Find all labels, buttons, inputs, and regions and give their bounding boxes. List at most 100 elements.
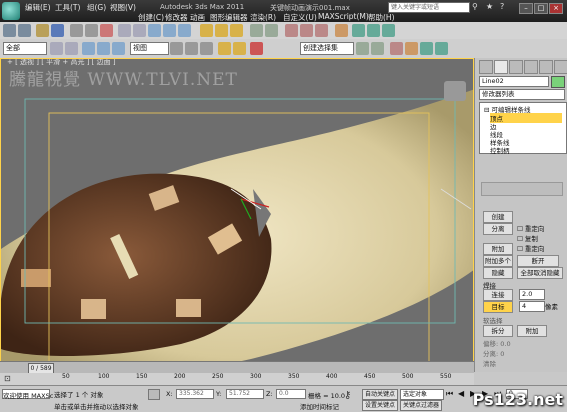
bind-icon[interactable] [100, 24, 113, 37]
select-scale-icon[interactable] [112, 42, 125, 55]
select-move-icon[interactable] [82, 42, 95, 55]
attach-button[interactable]: 附加 [483, 243, 513, 255]
named-selection-select[interactable]: 创建选择集 [300, 42, 354, 55]
schematic-icon[interactable] [315, 24, 328, 37]
render-setup-icon[interactable] [352, 24, 365, 37]
key-filters-button[interactable]: 关键点过滤器 [400, 400, 442, 411]
help-icon[interactable]: ? [500, 2, 509, 11]
set-key-button[interactable]: 设置关键点 [362, 400, 398, 411]
angle-snap-icon[interactable] [215, 24, 228, 37]
viewport-label[interactable]: + [ 透视 ] [ 平滑 + 高光 ] [ 边面 ] [7, 59, 116, 67]
selection-filter-select[interactable]: 全部 [3, 42, 47, 55]
add-time-tag[interactable]: 添加时间标记 [300, 401, 339, 411]
quick-render-icon[interactable] [420, 42, 433, 55]
select-region-icon[interactable] [50, 42, 63, 55]
search-icon[interactable]: ⚲ [472, 2, 481, 11]
manipulate-icon[interactable] [185, 42, 198, 55]
percent-snap-icon[interactable] [230, 24, 243, 37]
menu-edit[interactable]: 编辑(E) [25, 2, 51, 13]
maxscript-listener[interactable]: 欢迎使用 MAXSc [2, 389, 53, 400]
select-by-name-icon[interactable] [133, 24, 146, 37]
graphite-icon[interactable] [390, 42, 403, 55]
lock-selection-icon[interactable] [148, 389, 160, 400]
hide-button[interactable]: 隐藏 [483, 267, 513, 279]
menu-group[interactable]: 组(G) [87, 2, 106, 13]
break-button[interactable]: 断开 [517, 255, 559, 267]
align2-icon[interactable] [371, 42, 384, 55]
align-icon[interactable] [265, 24, 278, 37]
keyboard-shortcut-icon[interactable] [200, 42, 213, 55]
target-pixels-input[interactable]: 4 [519, 301, 545, 312]
object-name-field[interactable]: Line02 [479, 76, 549, 87]
pivot-center-icon[interactable] [170, 42, 183, 55]
auto-key-button[interactable]: 自动关键点 [362, 389, 398, 400]
attach-mult-button[interactable]: 附加多个 [483, 255, 513, 267]
maximize-button[interactable]: □ [534, 3, 548, 14]
scale-icon[interactable] [178, 24, 191, 37]
unhide-all-button[interactable]: 全部取消隐藏 [517, 267, 563, 279]
layers-icon[interactable] [285, 24, 298, 37]
search-input[interactable]: 键入关键字或短语 [388, 2, 470, 13]
prev-frame-icon[interactable]: ◀ [458, 389, 466, 398]
reorient-check-2[interactable]: ☐ 重定向 [517, 243, 544, 253]
material-editor-icon[interactable] [335, 24, 348, 37]
motion-tab-icon[interactable] [524, 60, 538, 74]
detach-button[interactable]: 分离 [483, 223, 513, 235]
select-rotate-icon[interactable] [97, 42, 110, 55]
modify-tab-icon[interactable] [494, 60, 508, 74]
render-frame-icon[interactable] [367, 24, 380, 37]
undo-icon[interactable] [3, 24, 16, 37]
object-color-swatch[interactable] [551, 76, 565, 88]
spinner-snap-icon[interactable] [233, 42, 246, 55]
link-icon[interactable] [70, 24, 83, 37]
snap-toggle-icon[interactable] [218, 42, 231, 55]
weld-threshold-input[interactable]: 2.0 [519, 289, 545, 300]
reference-coord-select[interactable]: 视图 [130, 42, 169, 55]
menu-view[interactable]: 视图(V) [110, 2, 136, 13]
attach2-button[interactable]: 附加 [517, 325, 547, 337]
mirror2-icon[interactable] [356, 42, 369, 55]
snap-icon[interactable] [200, 24, 213, 37]
z-coordinate-field[interactable]: 0.0 [276, 389, 306, 399]
go-start-icon[interactable]: ⏮ [446, 389, 454, 398]
mirror-icon[interactable] [250, 24, 263, 37]
star-icon[interactable]: ★ [486, 2, 495, 11]
create-line-button[interactable]: 创建 [483, 211, 513, 223]
reorient-check[interactable]: ☐ 重定向 [517, 223, 544, 233]
hierarchy-tab-icon[interactable] [509, 60, 523, 74]
x-coordinate-field[interactable]: 335.362 [176, 389, 214, 399]
copy-check[interactable]: ☐ 复制 [517, 233, 538, 243]
perspective-viewport[interactable]: 騰龍視覺 WWW.TLVI.NET + [ 透视 ] [ 平滑 + 高光 ] [… [0, 58, 474, 372]
rotate-icon[interactable] [163, 24, 176, 37]
track-bar[interactable]: ⊡ 50 100 150 200 250 300 350 400 450 500… [0, 373, 474, 385]
material-icon[interactable] [405, 42, 418, 55]
edit-named-selection-icon[interactable] [250, 42, 263, 55]
move-icon[interactable] [148, 24, 161, 37]
utilities-tab-icon[interactable] [554, 60, 567, 74]
modifier-stack[interactable]: ⊟ 可编辑样条线 顶点 边 线段 样条线 控制柄 [479, 102, 567, 155]
select-icon[interactable] [118, 24, 131, 37]
window-crossing-icon[interactable] [65, 42, 78, 55]
connect-button[interactable]: 连接 [483, 289, 513, 301]
modifier-list-select[interactable]: 修改器列表 [479, 89, 565, 100]
unlink-icon[interactable] [85, 24, 98, 37]
stack-item-handle[interactable]: 控制柄 [490, 145, 510, 155]
curve-editor-icon[interactable] [300, 24, 313, 37]
open-icon[interactable] [36, 24, 49, 37]
viewcube-icon[interactable] [444, 81, 466, 101]
trackbar-icon[interactable]: ⊡ [4, 374, 11, 383]
split-button[interactable]: 拆分 [483, 325, 513, 337]
render-production-icon[interactable] [435, 42, 448, 55]
target-button[interactable]: 目标 [483, 301, 513, 313]
y-coordinate-field[interactable]: 51.752 [226, 389, 264, 399]
render-icon[interactable] [382, 24, 395, 37]
app-logo-icon[interactable] [2, 2, 20, 20]
minimize-button[interactable]: – [519, 3, 533, 14]
display-tab-icon[interactable] [539, 60, 553, 74]
selection-set-select[interactable]: 选定对象 [400, 389, 444, 400]
soft-selection-title[interactable]: 软选择 [483, 315, 503, 325]
close-button[interactable]: × [549, 3, 563, 14]
menu-maxscript[interactable]: MAXScript(M) [318, 12, 369, 21]
stack-item-vertex[interactable]: 顶点 [490, 113, 562, 123]
key-icon[interactable]: ⚷ [344, 390, 358, 406]
